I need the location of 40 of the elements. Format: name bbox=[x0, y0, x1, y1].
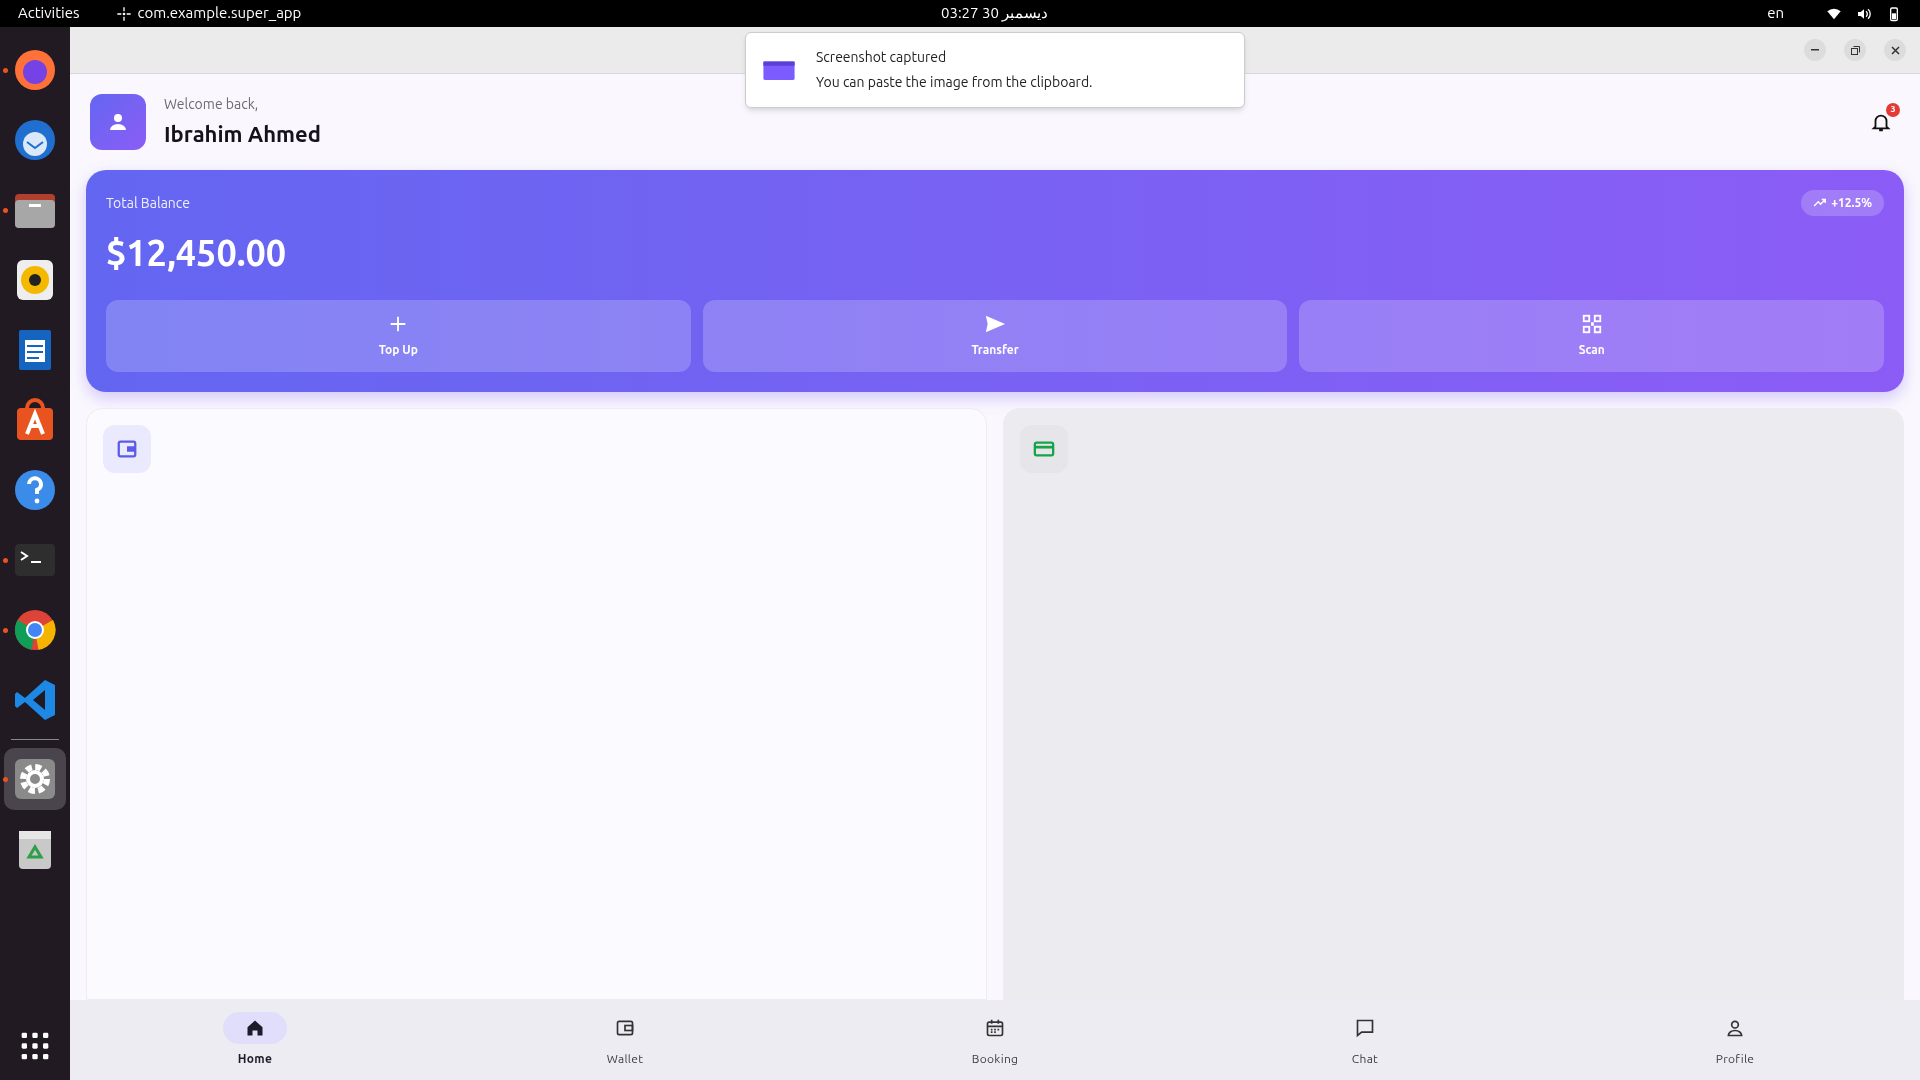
minimize-icon bbox=[1811, 49, 1819, 51]
notification-body: You can paste the image from the clipboard. bbox=[816, 73, 1093, 92]
running-indicator bbox=[3, 628, 8, 633]
scan-icon bbox=[1580, 313, 1603, 335]
nav-tab[interactable]: Home bbox=[210, 1012, 300, 1068]
wallet-icon bbox=[615, 1018, 635, 1038]
running-indicator bbox=[3, 208, 8, 213]
running-indicator bbox=[3, 68, 8, 73]
language-indicator[interactable]: en bbox=[1767, 2, 1784, 25]
change-badge: +12.5% bbox=[1801, 190, 1884, 216]
nav-tab[interactable]: Profile bbox=[1690, 1012, 1780, 1068]
greeting: Welcome back, bbox=[164, 95, 260, 114]
close-button[interactable] bbox=[1884, 39, 1906, 61]
close-icon bbox=[1890, 45, 1900, 55]
running-indicator bbox=[3, 777, 8, 782]
app-name[interactable]: com.example.super_app bbox=[137, 2, 302, 25]
restore-button[interactable] bbox=[1844, 39, 1866, 61]
nav-tab[interactable]: Wallet bbox=[580, 1012, 670, 1068]
minimize-button[interactable] bbox=[1804, 39, 1826, 61]
wallet-icon bbox=[116, 438, 138, 460]
person-icon bbox=[1725, 1018, 1745, 1038]
home-icon bbox=[245, 1018, 265, 1038]
balance-amount: $12,450.00 bbox=[106, 231, 288, 275]
balance-label: Total Balance bbox=[106, 193, 190, 213]
running-indicator bbox=[3, 558, 8, 563]
nav-tab[interactable]: Chat bbox=[1320, 1012, 1410, 1068]
dock-item[interactable] bbox=[4, 748, 66, 810]
app-indicator-icon bbox=[115, 5, 132, 22]
nav-tab[interactable]: Booking bbox=[950, 1012, 1040, 1068]
user-name: Ibrahim Ahmed bbox=[164, 120, 321, 148]
notification-title: Screenshot captured bbox=[816, 48, 948, 67]
notification-badge: 3 bbox=[1886, 103, 1900, 117]
app-grid-icon bbox=[19, 1030, 51, 1062]
clock[interactable]: 03:27 30 ديسمبر bbox=[941, 2, 1049, 25]
calendar-icon bbox=[985, 1018, 1005, 1038]
restore-icon bbox=[1850, 45, 1860, 55]
chat-icon bbox=[1355, 1018, 1375, 1038]
send-icon bbox=[984, 313, 1006, 335]
credit-card-icon bbox=[1033, 438, 1055, 460]
activities-button[interactable]: Activities bbox=[18, 2, 80, 25]
